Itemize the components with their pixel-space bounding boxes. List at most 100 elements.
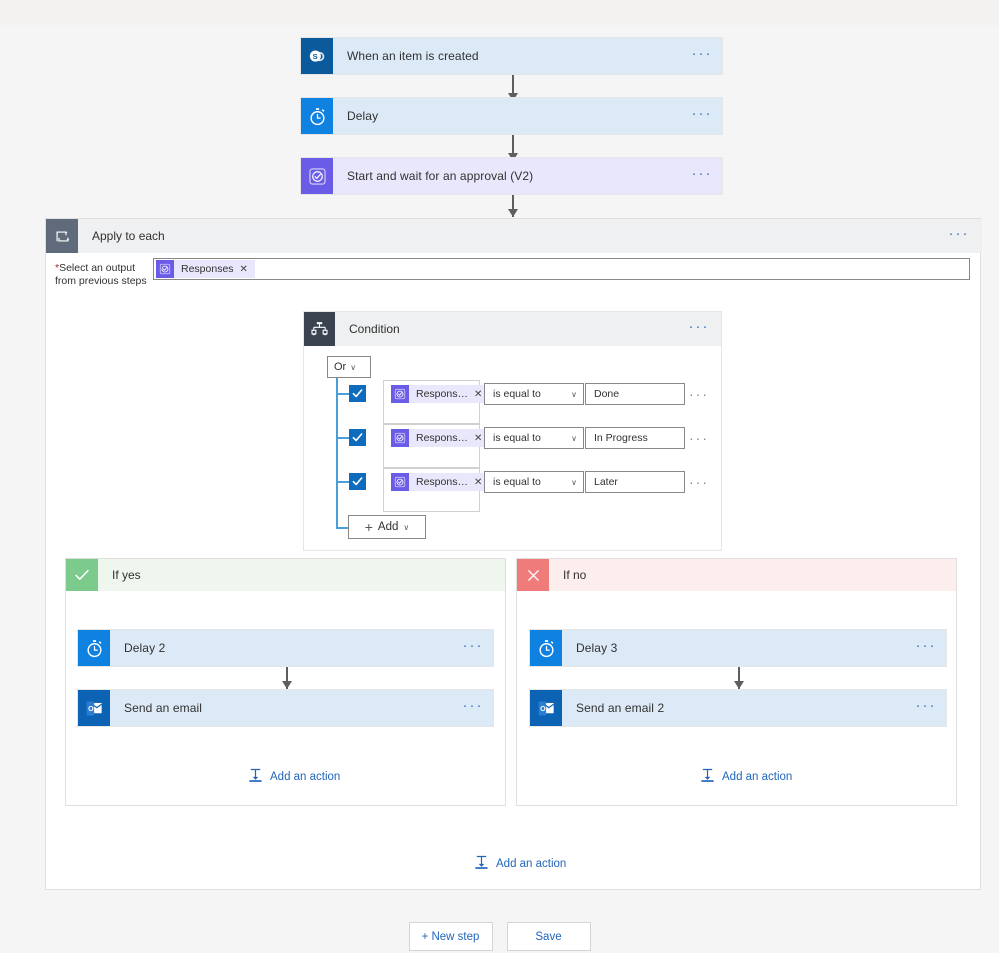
branch-if-yes-title: If yes bbox=[112, 568, 141, 582]
chevron-down-icon: ∨ bbox=[403, 522, 410, 532]
flow-card-send-email[interactable]: O Send an email ··· bbox=[77, 689, 494, 727]
top-band bbox=[0, 0, 999, 25]
condition-row-token[interactable]: Respons… ✕ bbox=[391, 429, 490, 447]
condition-row-token-label: Respons… bbox=[416, 432, 468, 444]
condition-add-label: Add bbox=[377, 521, 399, 533]
branch-if-no-header: If no bbox=[517, 559, 956, 591]
flow-card-title: Delay 2 bbox=[124, 641, 166, 655]
condition-row-token-label: Respons… bbox=[416, 388, 468, 400]
flow-card-menu-approval[interactable]: ··· bbox=[682, 158, 722, 194]
footer-buttons: + New step Save bbox=[0, 922, 999, 951]
apply-to-each-header[interactable]: Apply to each ··· bbox=[46, 219, 982, 253]
flow-card-trigger[interactable]: S When an item is created ··· bbox=[300, 37, 723, 75]
flow-card-delay-3[interactable]: Delay 3 ··· bbox=[529, 629, 947, 667]
flow-card-delay-2[interactable]: Delay 2 ··· bbox=[77, 629, 494, 667]
approvals-icon bbox=[301, 158, 333, 194]
flow-card-send-email-2[interactable]: O Send an email 2 ··· bbox=[529, 689, 947, 727]
condition-row-value-input[interactable]: In Progress bbox=[585, 427, 685, 449]
condition-row-operator-select[interactable]: is equal to ∨ bbox=[484, 427, 584, 449]
condition-spine bbox=[336, 378, 338, 529]
sharepoint-icon: S bbox=[301, 38, 333, 74]
approvals-token-icon bbox=[391, 429, 409, 447]
flow-card-approval[interactable]: Start and wait for an approval (V2) ··· bbox=[300, 157, 723, 195]
connector-arrowhead-3 bbox=[508, 209, 518, 217]
condition-row-menu[interactable]: ··· bbox=[689, 474, 709, 490]
flow-card-delay[interactable]: Delay ··· bbox=[300, 97, 723, 135]
flow-card-menu[interactable]: ··· bbox=[906, 630, 946, 666]
flow-card-menu[interactable]: ··· bbox=[906, 690, 946, 726]
condition-row-checkbox[interactable] bbox=[349, 429, 366, 446]
flow-card-menu-trigger[interactable]: ··· bbox=[682, 38, 722, 74]
outlook-icon: O bbox=[530, 690, 562, 726]
condition-row-menu[interactable]: ··· bbox=[689, 430, 709, 446]
responses-token-label: Responses bbox=[181, 263, 234, 275]
condition-row-operator-label: is equal to bbox=[493, 432, 541, 444]
check-icon bbox=[66, 559, 98, 591]
add-action-if-yes[interactable]: Add an action bbox=[248, 768, 340, 786]
select-output-input[interactable]: Responses ✕ bbox=[153, 258, 970, 280]
condition-branch-2 bbox=[336, 437, 349, 439]
new-step-button[interactable]: + New step bbox=[408, 922, 493, 951]
approvals-token-icon bbox=[391, 473, 409, 491]
condition-row-token-field[interactable]: Respons… ✕ bbox=[383, 380, 490, 424]
condition-row-value: Done bbox=[594, 388, 620, 400]
stopwatch-icon bbox=[530, 630, 562, 666]
chevron-down-icon: ∨ bbox=[571, 433, 577, 443]
branch-if-no-title: If no bbox=[563, 568, 587, 582]
condition-title: Condition bbox=[349, 322, 400, 336]
condition-row-value-input[interactable]: Done bbox=[585, 383, 685, 405]
responses-token[interactable]: Responses ✕ bbox=[156, 260, 255, 278]
add-action-label: Add an action bbox=[270, 771, 341, 783]
condition-row-token[interactable]: Respons… ✕ bbox=[391, 385, 490, 403]
add-action-label: Add an action bbox=[496, 858, 567, 870]
condition-branch-3 bbox=[336, 481, 349, 483]
add-action-loop[interactable]: Add an action bbox=[474, 855, 566, 873]
chevron-down-icon: ∨ bbox=[571, 389, 577, 399]
flow-card-title: Start and wait for an approval (V2) bbox=[347, 169, 534, 183]
x-icon bbox=[517, 559, 549, 591]
condition-row-token-field[interactable]: Respons… ✕ bbox=[383, 424, 490, 468]
condition-operator-dropdown[interactable]: Or ∨ bbox=[327, 356, 371, 378]
select-output-label-line2: from previous steps bbox=[55, 275, 147, 287]
loop-icon bbox=[46, 219, 78, 253]
condition-row-checkbox[interactable] bbox=[349, 385, 366, 402]
condition-row-operator-label: is equal to bbox=[493, 476, 541, 488]
condition-row-operator-select[interactable]: is equal to ∨ bbox=[484, 471, 584, 493]
condition-row-token-field[interactable]: Respons… ✕ bbox=[383, 468, 490, 512]
condition-row-value: Later bbox=[594, 476, 618, 488]
condition-menu[interactable]: ··· bbox=[677, 312, 721, 346]
condition-row-token[interactable]: Respons… ✕ bbox=[391, 473, 490, 491]
flow-card-title: When an item is created bbox=[347, 49, 479, 63]
branch-if-yes-header: If yes bbox=[66, 559, 505, 591]
apply-to-each-menu[interactable]: ··· bbox=[936, 219, 982, 253]
responses-token-remove[interactable]: ✕ bbox=[240, 264, 255, 275]
approvals-token-icon bbox=[156, 260, 174, 278]
stopwatch-icon bbox=[78, 630, 110, 666]
condition-row-operator-select[interactable]: is equal to ∨ bbox=[484, 383, 584, 405]
svg-text:O: O bbox=[540, 704, 546, 712]
flow-card-menu-delay[interactable]: ··· bbox=[682, 98, 722, 134]
condition-row-menu[interactable]: ··· bbox=[689, 386, 709, 402]
approvals-token-icon bbox=[391, 385, 409, 403]
flow-card-menu[interactable]: ··· bbox=[453, 690, 493, 726]
flow-card-title: Delay 3 bbox=[576, 641, 618, 655]
select-output-label: *Select an output from previous steps bbox=[55, 262, 155, 288]
add-action-icon bbox=[474, 855, 489, 873]
condition-header[interactable]: Condition ··· bbox=[304, 312, 721, 346]
condition-branch-1 bbox=[336, 393, 349, 395]
outlook-icon: O bbox=[78, 690, 110, 726]
condition-row-token-label: Respons… bbox=[416, 476, 468, 488]
chevron-down-icon: ∨ bbox=[571, 477, 577, 487]
chevron-down-icon: ∨ bbox=[350, 362, 357, 372]
flow-card-title: Send an email 2 bbox=[576, 701, 665, 715]
add-action-if-no[interactable]: Add an action bbox=[700, 768, 792, 786]
select-output-label-line1: Select an output bbox=[59, 262, 135, 274]
condition-add-button[interactable]: + Add ∨ bbox=[348, 515, 426, 539]
save-button[interactable]: Save bbox=[506, 922, 591, 951]
flow-card-menu[interactable]: ··· bbox=[453, 630, 493, 666]
svg-text:O: O bbox=[88, 704, 94, 712]
condition-row-checkbox[interactable] bbox=[349, 473, 366, 490]
condition-row-value-input[interactable]: Later bbox=[585, 471, 685, 493]
connector-arrowhead-no bbox=[734, 681, 744, 689]
condition-row-value: In Progress bbox=[594, 432, 648, 444]
